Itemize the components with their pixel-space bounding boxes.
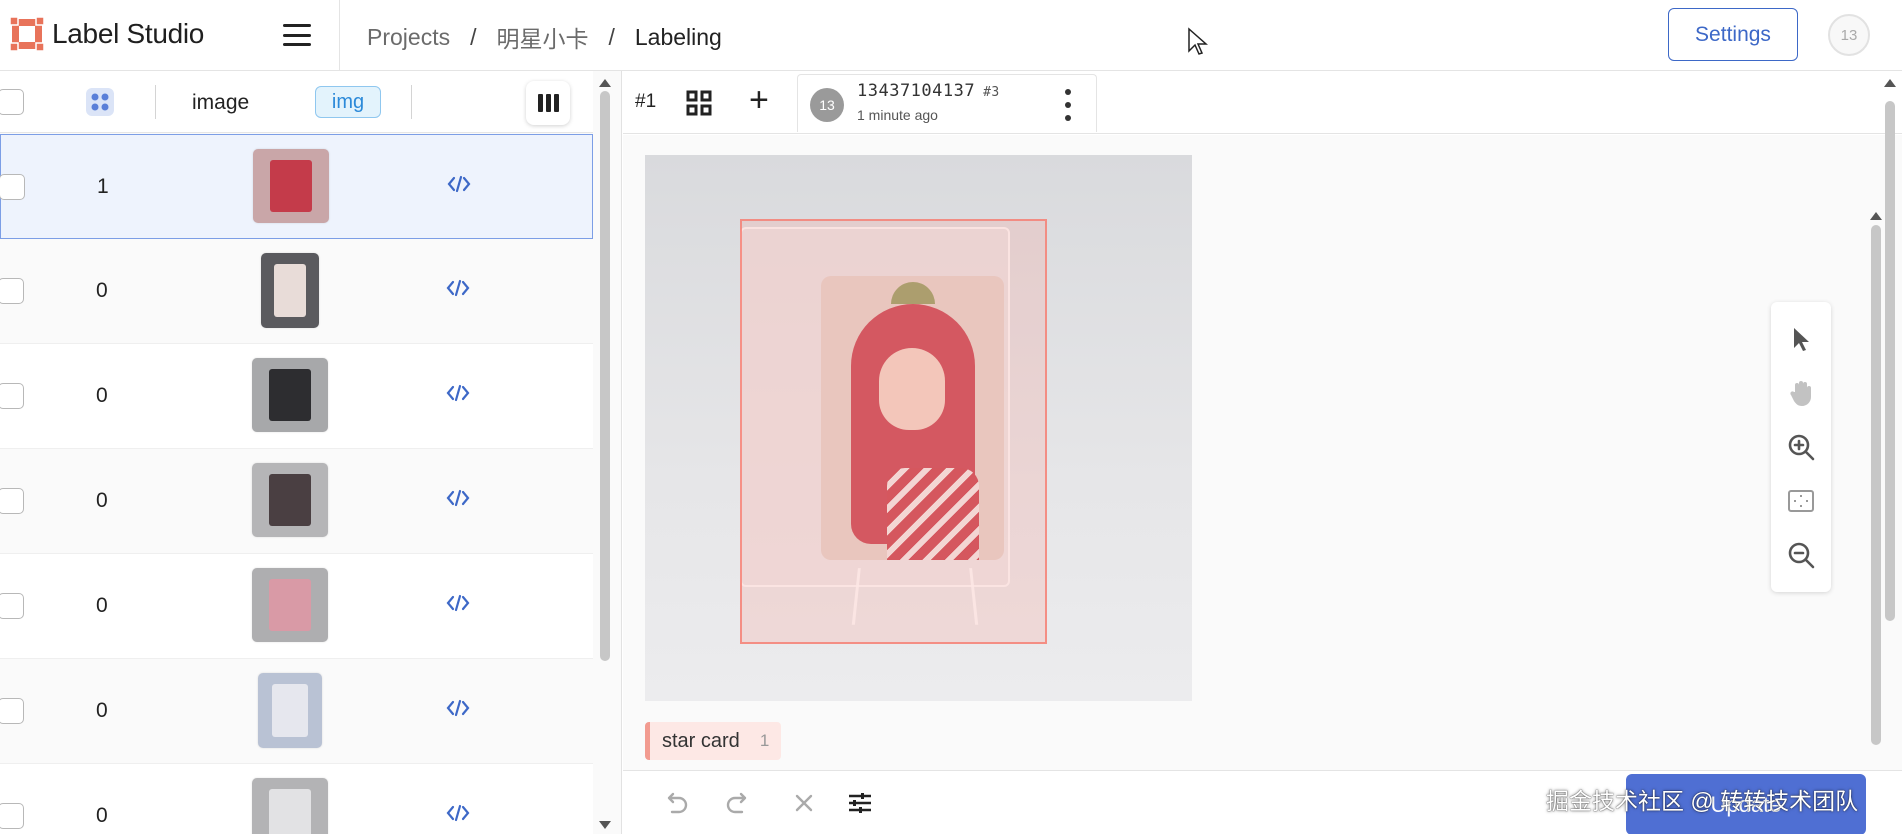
table-row[interactable]: 0: [0, 659, 593, 764]
top-header: Label Studio Projects / 明星小卡 / Labeling …: [0, 0, 1902, 71]
undo-icon[interactable]: [661, 788, 691, 818]
table-row[interactable]: 0: [0, 764, 593, 834]
task-thumbnail[interactable]: [252, 778, 328, 834]
task-thumbnail[interactable]: [252, 463, 328, 537]
mouse-cursor-icon: [1188, 27, 1208, 55]
scroll-up-arrow-icon[interactable]: [599, 79, 611, 87]
reset-close-icon[interactable]: [789, 788, 819, 818]
breadcrumb-separator: /: [608, 23, 615, 50]
source-code-icon[interactable]: [446, 384, 470, 402]
annotation-count-column-icon: [86, 88, 114, 116]
label-name: star card: [662, 729, 740, 752]
annotation-count: 0: [96, 594, 108, 617]
app-logo[interactable]: Label Studio: [10, 17, 204, 51]
source-code-icon[interactable]: [446, 489, 470, 507]
task-list-scrollbar[interactable]: [598, 71, 612, 834]
column-img-tag[interactable]: img: [315, 86, 381, 118]
table-row[interactable]: 1: [0, 134, 593, 239]
select-all-checkbox[interactable]: [0, 89, 24, 115]
row-checkbox[interactable]: [0, 278, 24, 304]
source-code-icon[interactable]: [446, 594, 470, 612]
row-checkbox[interactable]: [0, 593, 24, 619]
label-count: 1: [759, 731, 770, 750]
breadcrumb-labeling: Labeling: [634, 23, 722, 50]
breadcrumb-projects[interactable]: Projects: [367, 24, 450, 51]
task-thumbnail[interactable]: [252, 358, 328, 432]
scrollbar-thumb[interactable]: [1885, 101, 1895, 621]
panel-scrollbar[interactable]: [1881, 71, 1899, 834]
add-annotation-icon[interactable]: +: [749, 83, 769, 117]
row-checkbox[interactable]: [0, 174, 25, 200]
task-number: #1: [635, 91, 657, 112]
column-image-header[interactable]: image: [192, 91, 249, 115]
task-thumbnail[interactable]: [261, 253, 319, 328]
user-avatar[interactable]: 13: [1828, 14, 1870, 56]
menu-hamburger-icon[interactable]: [283, 24, 311, 46]
annotation-id: #3: [983, 85, 1000, 100]
label-studio-logo-icon: [10, 17, 44, 51]
breadcrumb: Projects / 明星小卡 / Labeling: [367, 20, 722, 54]
annotation-count: 0: [96, 804, 108, 827]
annotation-count: 0: [96, 279, 108, 302]
row-checkbox[interactable]: [0, 488, 24, 514]
row-checkbox[interactable]: [0, 383, 24, 409]
settings-sliders-icon[interactable]: [845, 788, 875, 818]
annotation-tabs-bar: #1 + 13 13437104137 #3 1 minute ago: [623, 71, 1902, 134]
annotator-info: 13437104137 #3: [857, 81, 1000, 101]
table-row[interactable]: 0: [0, 239, 593, 344]
pan-hand-icon[interactable]: [1786, 378, 1816, 408]
scroll-up-arrow-icon[interactable]: [1884, 79, 1896, 87]
breadcrumb-separator: /: [470, 23, 477, 50]
source-code-icon[interactable]: [447, 175, 471, 193]
redo-icon[interactable]: [723, 788, 753, 818]
annotation-count: 0: [96, 489, 108, 512]
annotation-count: 0: [96, 699, 108, 722]
table-header: image img: [0, 71, 593, 133]
source-code-icon[interactable]: [446, 699, 470, 717]
bounding-box-region[interactable]: [740, 219, 1047, 644]
grid-view-icon[interactable]: [685, 89, 713, 117]
labeling-panel: #1 + 13 13437104137 #3 1 minute ago star…: [623, 71, 1902, 834]
scrollbar-thumb[interactable]: [600, 91, 610, 661]
annotation-count: 0: [96, 384, 108, 407]
header-divider: [339, 0, 340, 71]
annotation-tab[interactable]: 13 13437104137 #3 1 minute ago: [797, 74, 1097, 132]
annotator-avatar: 13: [810, 88, 844, 122]
scroll-down-arrow-icon[interactable]: [599, 821, 611, 829]
breadcrumb-project-name[interactable]: 明星小卡: [496, 20, 588, 54]
task-thumbnail[interactable]: [252, 568, 328, 642]
task-thumbnail[interactable]: [253, 149, 329, 223]
watermark: 掘金技术社区 @ 转转技术团队: [1546, 788, 1859, 814]
source-code-icon[interactable]: [446, 804, 470, 822]
table-row[interactable]: 0: [0, 449, 593, 554]
annotation-count: 1: [97, 175, 109, 198]
fit-to-screen-icon[interactable]: [1786, 486, 1816, 516]
region-label-chip[interactable]: star card 1: [645, 722, 782, 760]
app-name: Label Studio: [52, 18, 205, 49]
image-tools-toolbar: [1771, 302, 1831, 592]
scrollbar-thumb[interactable]: [1871, 225, 1881, 745]
row-checkbox[interactable]: [0, 803, 24, 829]
annotator-name: 13437104137: [857, 81, 976, 101]
task-list-panel: image img 1 0 0 0 0 0 0: [0, 71, 622, 834]
zoom-in-icon[interactable]: [1786, 432, 1816, 462]
pointer-icon[interactable]: [1786, 324, 1816, 354]
column-divider: [411, 85, 412, 119]
zoom-out-icon[interactable]: [1786, 540, 1816, 570]
column-divider: [155, 85, 156, 119]
columns-toggle-button[interactable]: [526, 81, 570, 125]
row-checkbox[interactable]: [0, 698, 24, 724]
more-options-icon[interactable]: [1064, 89, 1072, 121]
task-image[interactable]: [645, 155, 1192, 701]
labeling-canvas-area: star card 1: [623, 135, 1902, 770]
source-code-icon[interactable]: [446, 279, 470, 297]
settings-button[interactable]: Settings: [1668, 8, 1798, 61]
annotation-time: 1 minute ago: [857, 107, 938, 123]
table-row[interactable]: 0: [0, 554, 593, 659]
task-thumbnail[interactable]: [258, 673, 322, 748]
table-row[interactable]: 0: [0, 344, 593, 449]
